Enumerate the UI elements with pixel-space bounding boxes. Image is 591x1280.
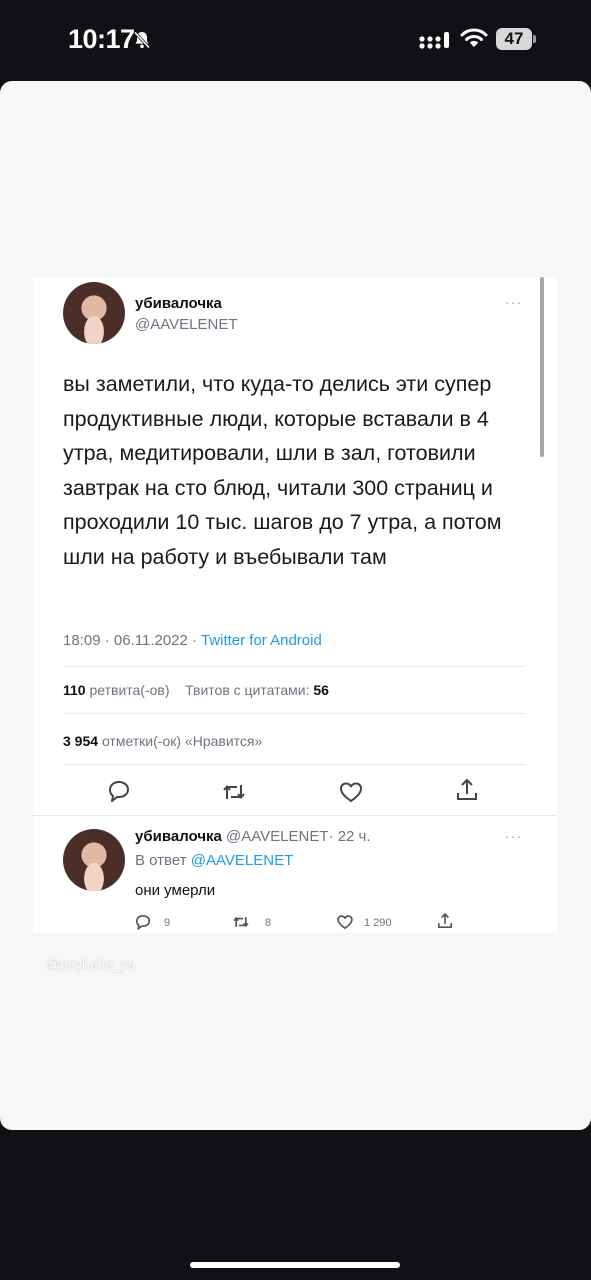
likes-stats[interactable]: 3 954 отметки(-ок) «Нравится» <box>63 733 262 749</box>
likes-label: отметки(-ок) «Нравится» <box>101 733 263 749</box>
reply-age: · 22 ч. <box>328 828 371 845</box>
reply-author-handle: @AAVELENET <box>226 828 329 845</box>
reply-to-line: В ответ @AAVELENET <box>135 852 293 869</box>
reply-share-icon[interactable] <box>436 912 454 930</box>
bell-off-icon <box>133 31 151 49</box>
tweet-meta: 18:09 · 06.11.2022 · Twitter for Android <box>63 632 322 649</box>
author-name[interactable]: убивалочка <box>135 295 222 312</box>
battery-icon: 47 <box>496 28 536 50</box>
status-time: 10:17 <box>68 24 135 54</box>
tweet-source-link[interactable]: Twitter for Android <box>201 632 322 649</box>
share-icon[interactable] <box>454 777 480 803</box>
reply-text: они умерли <box>135 882 216 899</box>
divider <box>33 815 557 816</box>
more-options-icon[interactable]: ··· <box>505 294 522 310</box>
like-heart-icon[interactable] <box>338 779 364 805</box>
signal-icon <box>419 32 449 49</box>
tweet-date: 06.11.2022 <box>113 632 188 649</box>
reply-retweets-count: 8 <box>265 917 272 929</box>
reply-more-options-icon[interactable]: ··· <box>505 828 522 844</box>
divider <box>63 666 525 667</box>
battery-tip <box>533 35 536 43</box>
avatar[interactable] <box>63 282 125 344</box>
retweets-label: ретвита(-ов) <box>89 682 170 698</box>
reply-avatar[interactable] <box>63 829 125 891</box>
tweet-text: вы заметили, что куда-то делись эти супе… <box>63 372 502 569</box>
divider <box>63 764 525 765</box>
wifi-icon <box>460 28 488 47</box>
reply-like-heart-icon[interactable] <box>336 913 354 931</box>
divider <box>63 713 525 714</box>
reply-author[interactable]: убивалочка @AAVELENET· 22 ч. <box>135 828 371 845</box>
home-indicator[interactable] <box>190 1262 400 1268</box>
quotes-label: Твитов с цитатами: <box>185 682 310 698</box>
reply-author-name: убивалочка <box>135 828 222 845</box>
retweets-count: 110 <box>63 682 86 698</box>
watermark: @psyhehe_ya <box>46 956 136 972</box>
meta-separator: · <box>192 632 198 649</box>
author-handle[interactable]: @AAVELENET <box>135 316 237 333</box>
reply-reply-icon[interactable] <box>134 913 152 931</box>
reply-to-handle[interactable]: @AAVELENET <box>191 852 293 869</box>
battery-level: 47 <box>496 28 532 50</box>
quotes-count: 56 <box>313 682 329 698</box>
status-bar: 10:17 47 <box>0 0 591 80</box>
likes-count: 3 954 <box>63 733 99 749</box>
reply-to-label: В ответ <box>135 852 187 869</box>
reply-likes-count: 1 290 <box>364 917 392 929</box>
reply-icon[interactable] <box>106 778 132 804</box>
meta-separator: · <box>104 632 110 649</box>
reply-replies-count: 9 <box>164 917 171 929</box>
scrollbar-thumb <box>540 277 544 457</box>
retweet-icon[interactable] <box>221 779 247 805</box>
reply-retweet-icon[interactable] <box>232 913 250 931</box>
tweet-time: 18:09 <box>63 632 101 649</box>
retweet-stats[interactable]: 110 ретвита(-ов) Твитов с цитатами: 56 <box>63 682 329 698</box>
